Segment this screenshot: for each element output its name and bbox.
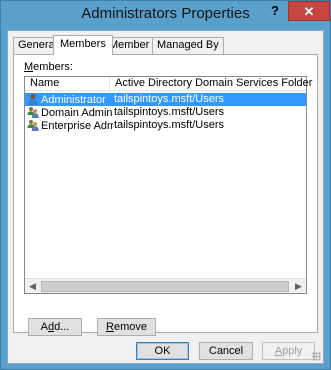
member-folder: tailspintoys.msft/Users (114, 106, 225, 118)
horizontal-scrollbar[interactable]: ◀ ▶ (25, 278, 306, 293)
list-item[interactable]: Administrator tailspintoys.msft/Users (25, 93, 306, 106)
list-item[interactable]: Domain Admins tailspintoys.msft/Users (25, 106, 306, 119)
add-button[interactable]: Add... (28, 318, 82, 336)
members-tab-panel: Members: Name Active Directory Domain Se… (13, 54, 318, 336)
scroll-thumb[interactable] (41, 281, 289, 292)
tab-members[interactable]: Members (53, 35, 113, 55)
member-folder: tailspintoys.msft/Users (114, 93, 225, 105)
close-icon: ✕ (303, 4, 315, 19)
tab-strip: General Members Member Of Managed By (13, 35, 318, 55)
group-icon (27, 107, 39, 118)
tab-managed-by[interactable]: Managed By (152, 37, 224, 54)
dialog-client-area: General Members Member Of Managed By Mem… (7, 30, 324, 364)
user-icon (28, 93, 38, 105)
group-icon (27, 120, 39, 131)
list-item[interactable]: Enterprise Admins tailspintoys.msft/User… (25, 119, 306, 132)
members-list[interactable]: Name Active Directory Domain Services Fo… (24, 76, 312, 294)
apply-button[interactable]: Apply (262, 342, 315, 360)
ok-button[interactable]: OK (136, 342, 189, 360)
member-name: Administrator (41, 94, 106, 106)
members-label: Members: (24, 61, 73, 73)
remove-button[interactable]: Remove (97, 318, 156, 336)
help-button[interactable]: ? (263, 1, 287, 21)
close-button[interactable]: ✕ (288, 1, 330, 21)
properties-window: Administrators Properties ? ✕ General Me… (0, 0, 331, 370)
member-folder: tailspintoys.msft/Users (114, 119, 225, 131)
list-header: Name Active Directory Domain Services Fo… (25, 77, 312, 91)
column-header-name[interactable]: Name (25, 77, 110, 91)
column-header-folder[interactable]: Active Directory Domain Services Folder (110, 77, 312, 91)
scroll-right-icon[interactable]: ▶ (291, 279, 306, 294)
resize-grip-icon[interactable] (312, 352, 321, 361)
member-name: Domain Admins (41, 107, 113, 119)
title-bar[interactable]: Administrators Properties ? ✕ (1, 1, 330, 29)
member-name: Enterprise Admins (41, 120, 113, 132)
cancel-button[interactable]: Cancel (199, 342, 253, 360)
scroll-left-icon[interactable]: ◀ (25, 279, 40, 294)
